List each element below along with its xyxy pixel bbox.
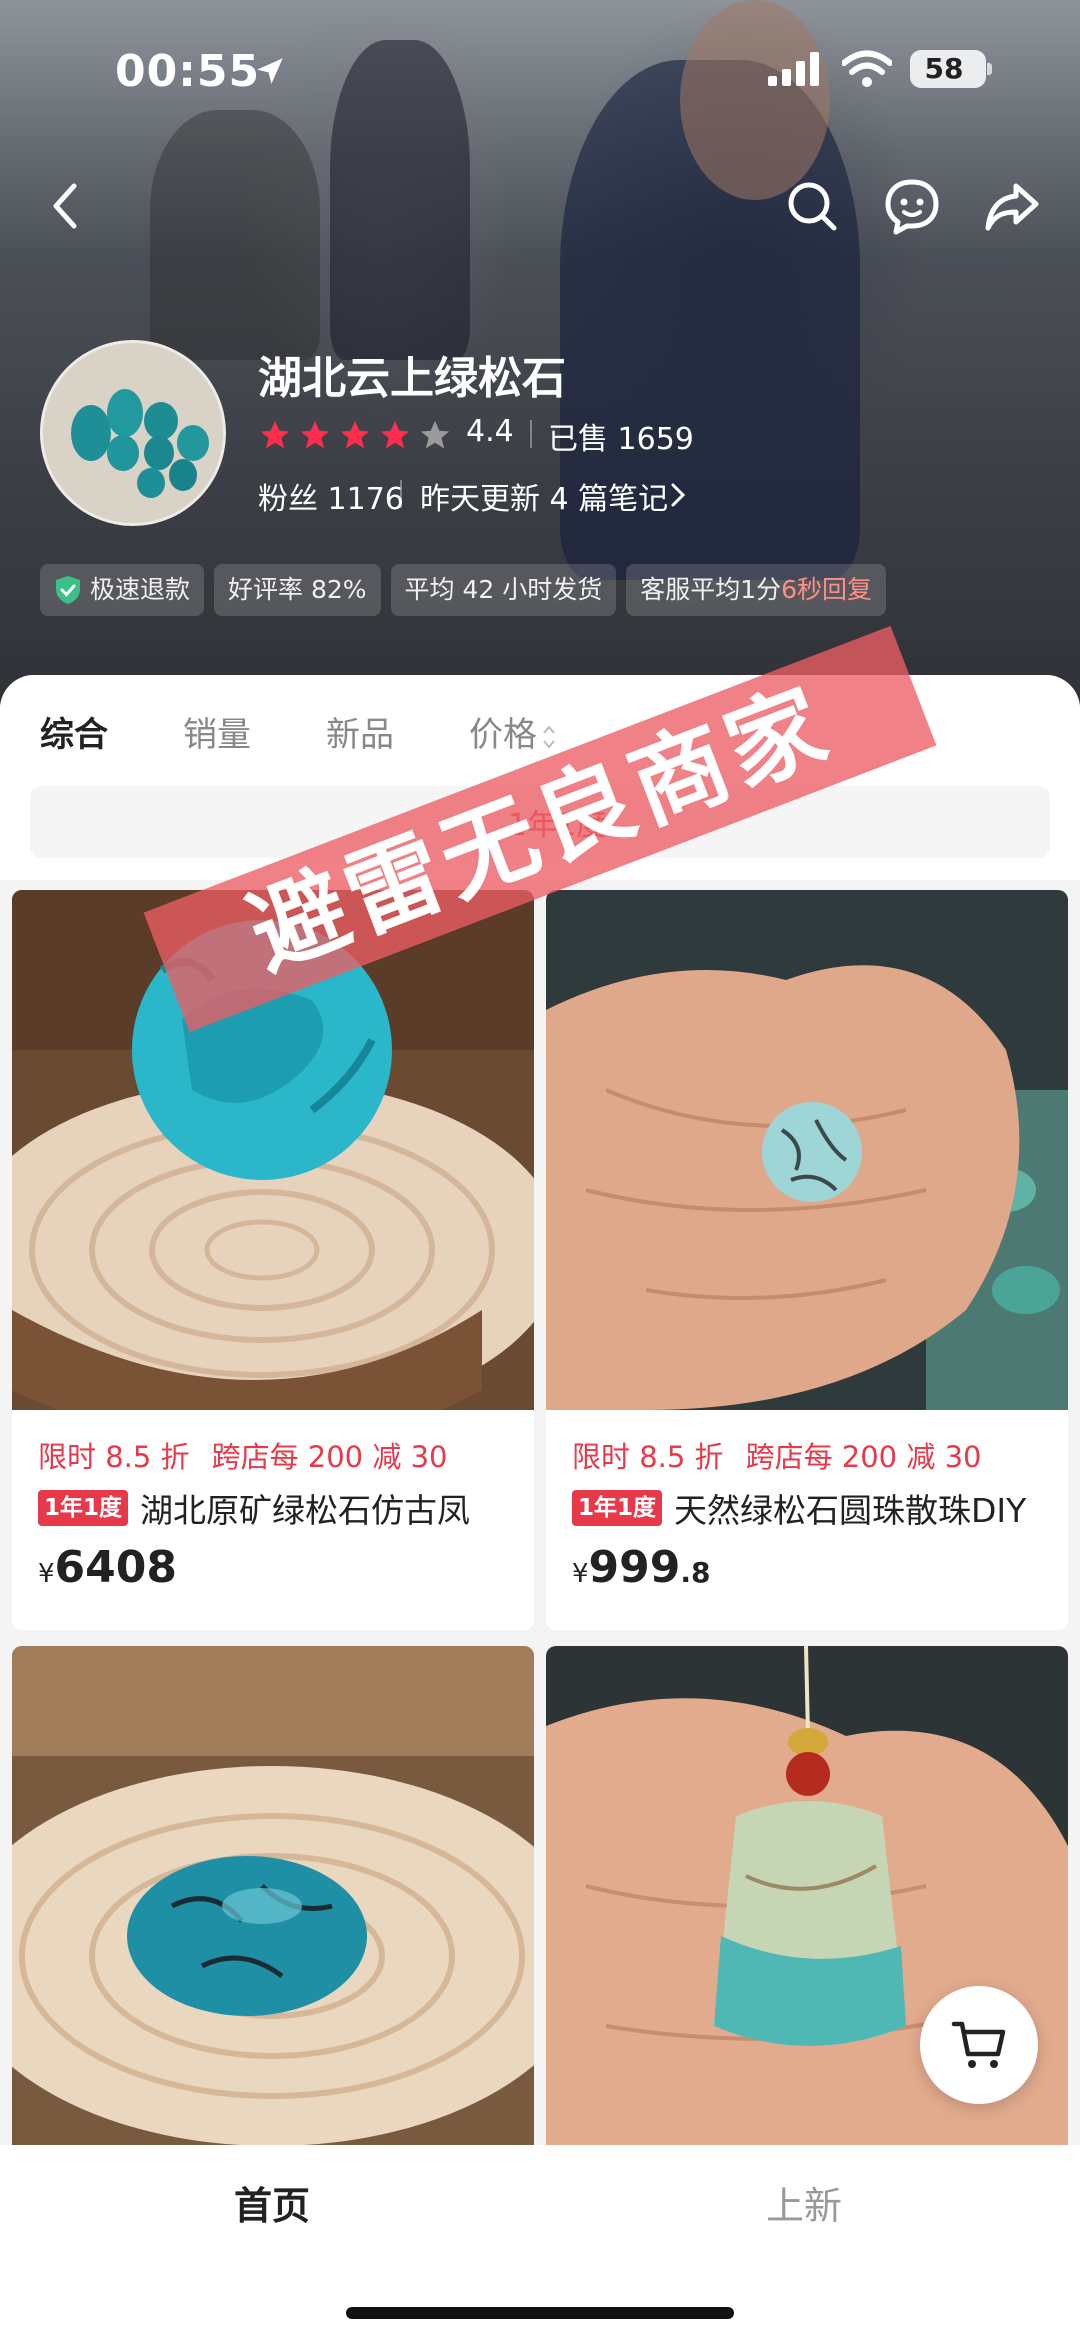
status-bar: 00:55 58: [0, 38, 1080, 108]
product-card[interactable]: [12, 1646, 534, 2145]
tab-home[interactable]: 首页: [234, 2175, 310, 2230]
product-price: ¥999.8: [572, 1542, 711, 1593]
promo-text: 限时 8.5 折跨店每 200 减 30: [572, 1440, 982, 1474]
store-name: 湖北云上绿松石: [258, 353, 566, 404]
tag-response-time: 客服平均1分 6秒回复: [626, 564, 887, 616]
bottom-tab-bar: 首页 上新: [0, 2145, 1080, 2341]
shield-check-icon: [56, 576, 80, 604]
product-title: 天然绿松石圆珠散珠DIY: [674, 1491, 1027, 1530]
product-card[interactable]: 限时 8.5 折跨店每 200 减 30 1年1度 湖北原矿绿松石仿古凤 ¥64…: [12, 890, 534, 1630]
star-empty-icon: [420, 420, 450, 449]
star-filled-icon: [380, 420, 410, 449]
customer-service-chat-icon[interactable]: [882, 176, 942, 236]
tab-price[interactable]: 价格: [469, 705, 557, 765]
store-sold-count: 已售 1659: [548, 422, 694, 457]
battery-indicator: 58: [910, 50, 992, 88]
product-image: [546, 890, 1068, 1410]
share-icon[interactable]: [982, 176, 1042, 236]
cart-button[interactable]: [920, 1986, 1038, 2104]
store-service-tags: 极速退款 好评率 82% 平均 42 小时发货 客服平均1分 6秒回复: [40, 564, 887, 616]
home-indicator: [346, 2307, 734, 2319]
tag-positive-rate: 好评率 82%: [214, 564, 381, 616]
promo-text: 限时 8.5 折跨店每 200 减 30: [38, 1440, 448, 1474]
annual-badge: 1年1度: [38, 1490, 129, 1526]
back-arrow-icon[interactable]: [36, 176, 96, 236]
product-price: ¥6408: [38, 1542, 178, 1593]
tab-comprehensive[interactable]: 综合: [40, 705, 108, 765]
store-avatar[interactable]: [40, 340, 226, 526]
turquoise-beads-image: [43, 343, 223, 523]
sort-arrows-icon: [543, 724, 555, 749]
tag-shipping-time: 平均 42 小时发货: [390, 564, 617, 616]
shopping-cart-icon: [951, 2021, 1006, 2068]
search-icon[interactable]: [782, 176, 842, 236]
product-image: [12, 890, 534, 1410]
store-rating: 4.4: [466, 414, 514, 449]
promo-notice-bar[interactable]: 1年1度: [30, 786, 1050, 858]
divider: [530, 420, 532, 448]
star-filled-icon: [340, 420, 370, 449]
status-time: 00:55: [115, 46, 261, 97]
store-fans-count: 粉丝 1176: [258, 482, 404, 517]
product-title-row: 1年1度 湖北原矿绿松石仿古凤: [38, 1486, 470, 1530]
annual-badge: 1年1度: [572, 1490, 663, 1526]
chevron-right-icon: [671, 483, 686, 507]
divider: [400, 480, 402, 508]
sort-tabs: 综合 销量 新品 价格: [40, 705, 557, 765]
product-image: [12, 1646, 534, 2145]
promo-notice-text: 1年1度: [508, 808, 607, 843]
rating-stars: [258, 418, 452, 452]
product-title-row: 1年1度 天然绿松石圆珠散珠DIY: [572, 1486, 1026, 1530]
wifi-icon: [842, 50, 892, 87]
battery-level: 58: [924, 52, 964, 85]
star-filled-icon: [260, 420, 290, 449]
background-person: [150, 110, 320, 360]
tab-new[interactable]: 新品: [326, 705, 394, 765]
product-title: 湖北原矿绿松石仿古凤: [140, 1491, 471, 1530]
tab-new-arrivals[interactable]: 上新: [766, 2175, 842, 2230]
location-arrow-icon: [257, 58, 283, 84]
product-card[interactable]: 限时 8.5 折跨店每 200 减 30 1年1度 天然绿松石圆珠散珠DIY ¥…: [546, 890, 1068, 1630]
tab-sales[interactable]: 销量: [183, 705, 251, 765]
notes-update-link[interactable]: 昨天更新 4 篇笔记: [420, 474, 668, 518]
tag-fast-refund: 极速退款: [40, 564, 205, 616]
star-filled-icon: [300, 420, 330, 449]
cellular-signal-icon: [768, 52, 819, 86]
